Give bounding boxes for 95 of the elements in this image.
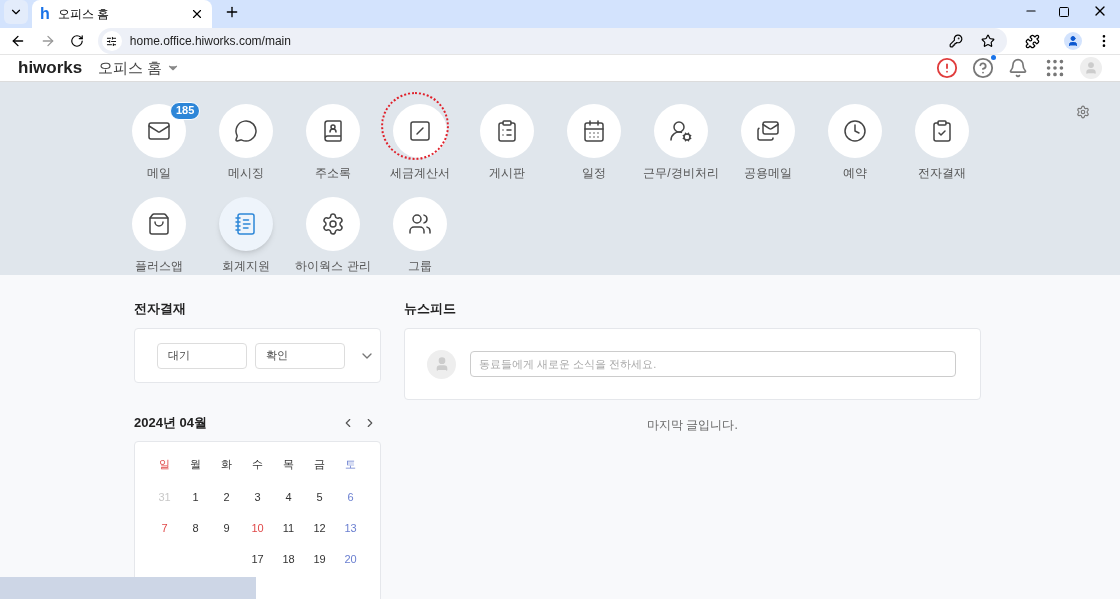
close-icon[interactable] bbox=[190, 7, 204, 21]
end-message: 마지막 글입니다. bbox=[647, 417, 738, 434]
app-label: 세금계산서 bbox=[389, 164, 451, 182]
weekday-label: 목 bbox=[282, 456, 295, 472]
bookmark-star-icon[interactable] bbox=[981, 34, 996, 48]
day-cell[interactable]: 7 bbox=[149, 519, 180, 537]
maximize-icon[interactable] bbox=[1058, 6, 1070, 18]
app-button[interactable] bbox=[741, 103, 795, 158]
day-cell[interactable]: 9 bbox=[211, 519, 242, 537]
app-button[interactable] bbox=[567, 103, 621, 158]
status-field[interactable]: 확인 bbox=[255, 342, 345, 369]
site-info-button[interactable] bbox=[101, 31, 122, 51]
tab-title: 오피스 홈 bbox=[58, 6, 111, 23]
day-cell[interactable]: 8 bbox=[180, 519, 211, 537]
sliders-icon bbox=[106, 35, 118, 47]
day-cell[interactable]: 12 bbox=[304, 519, 335, 537]
clock-icon bbox=[843, 118, 867, 143]
bag-icon bbox=[147, 211, 171, 236]
page-title[interactable]: 오피스 홈 bbox=[98, 56, 163, 79]
app-button[interactable] bbox=[132, 196, 186, 251]
count-badge: 185 bbox=[170, 101, 201, 120]
browser-tab[interactable]: h 오피스 홈 bbox=[32, 0, 212, 28]
app-label: 일정 bbox=[581, 164, 607, 182]
settings-icon[interactable] bbox=[1076, 104, 1090, 119]
day-cell[interactable]: 6 bbox=[335, 488, 366, 506]
tab-list-button[interactable] bbox=[4, 0, 28, 24]
day-cell[interactable]: 20 bbox=[335, 550, 366, 568]
day-cell[interactable]: 4 bbox=[273, 488, 304, 506]
key-icon[interactable] bbox=[949, 34, 964, 48]
person-icon bbox=[1084, 60, 1098, 75]
app-label: 근무/경비처리 bbox=[642, 164, 720, 182]
settings-icon bbox=[321, 211, 345, 236]
profile-button[interactable] bbox=[1064, 32, 1083, 50]
section-title: 뉴스피드 bbox=[404, 299, 457, 318]
app-button[interactable] bbox=[219, 103, 273, 158]
clipboard-check-icon bbox=[930, 118, 954, 143]
day-cell[interactable]: 2 bbox=[211, 488, 242, 506]
envelopes-icon bbox=[756, 118, 780, 143]
section-title: 전자결재 bbox=[134, 299, 187, 318]
calendar-title: 2024년 04월 bbox=[134, 414, 208, 432]
chat-bubble-icon bbox=[234, 118, 258, 143]
day-cell[interactable]: 5 bbox=[304, 488, 335, 506]
app-label: 하이웍스 관리 bbox=[294, 257, 372, 275]
app-label: 예약 bbox=[842, 164, 868, 182]
reload-icon[interactable] bbox=[69, 34, 84, 48]
weekday-label: 수 bbox=[251, 456, 264, 472]
notifications-icon[interactable] bbox=[1008, 57, 1028, 78]
users-icon bbox=[408, 211, 432, 236]
app-button[interactable] bbox=[828, 103, 882, 158]
slash-square-icon bbox=[408, 118, 432, 143]
weekday-label: 금 bbox=[313, 456, 326, 472]
post-input[interactable]: 동료들에게 새로운 소식을 전하세요. bbox=[470, 351, 956, 377]
day-cell[interactable]: 3 bbox=[242, 488, 273, 506]
app-label: 메일 bbox=[146, 164, 172, 182]
app-label: 게시판 bbox=[488, 164, 526, 182]
day-cell[interactable]: 17 bbox=[242, 550, 273, 568]
day-cell[interactable]: 10 bbox=[242, 519, 273, 537]
weekday-label: 화 bbox=[220, 456, 233, 472]
app-label: 메시징 bbox=[227, 164, 265, 182]
app-button[interactable] bbox=[915, 103, 969, 158]
person-icon bbox=[1067, 35, 1080, 47]
app-button[interactable] bbox=[306, 103, 360, 158]
url-text: home.office.hiworks.com/main bbox=[129, 33, 292, 50]
app-button[interactable] bbox=[393, 196, 447, 251]
app-button[interactable] bbox=[393, 103, 447, 158]
address-bar[interactable]: home.office.hiworks.com/main bbox=[97, 28, 1008, 54]
app-label: 그룹 bbox=[407, 257, 433, 275]
favicon-icon: h bbox=[40, 6, 52, 22]
app-button[interactable] bbox=[306, 196, 360, 251]
new-tab-icon[interactable] bbox=[224, 4, 240, 20]
day-cell[interactable]: 11 bbox=[273, 519, 304, 537]
alert-icon[interactable] bbox=[936, 56, 958, 79]
app-label: 주소록 bbox=[314, 164, 352, 182]
notebook-icon bbox=[234, 211, 258, 236]
address-book-icon bbox=[321, 118, 345, 143]
back-icon[interactable] bbox=[10, 33, 26, 49]
weekday-label: 일 bbox=[158, 456, 171, 472]
status-field[interactable]: 대기 bbox=[157, 342, 247, 369]
app-label: 전자결재 bbox=[917, 164, 967, 182]
clipboard-icon bbox=[495, 118, 519, 143]
extensions-icon[interactable] bbox=[1025, 33, 1041, 49]
logo[interactable]: hiworks bbox=[18, 55, 83, 81]
help-icon[interactable] bbox=[972, 56, 994, 79]
weekday-label: 월 bbox=[189, 456, 202, 472]
app-label: 공용메일 bbox=[743, 164, 793, 182]
calendar-icon bbox=[582, 118, 606, 143]
app-button[interactable] bbox=[654, 103, 708, 158]
app-label: 회계지원 bbox=[221, 257, 271, 275]
app-label: 플러스앱 bbox=[134, 257, 184, 275]
day-cell[interactable]: 1 bbox=[180, 488, 211, 506]
weekday-label: 토 bbox=[344, 456, 357, 472]
day-cell[interactable]: 19 bbox=[304, 550, 335, 568]
day-cell[interactable]: 13 bbox=[335, 519, 366, 537]
day-cell[interactable]: 18 bbox=[273, 550, 304, 568]
app-button[interactable] bbox=[480, 103, 534, 158]
